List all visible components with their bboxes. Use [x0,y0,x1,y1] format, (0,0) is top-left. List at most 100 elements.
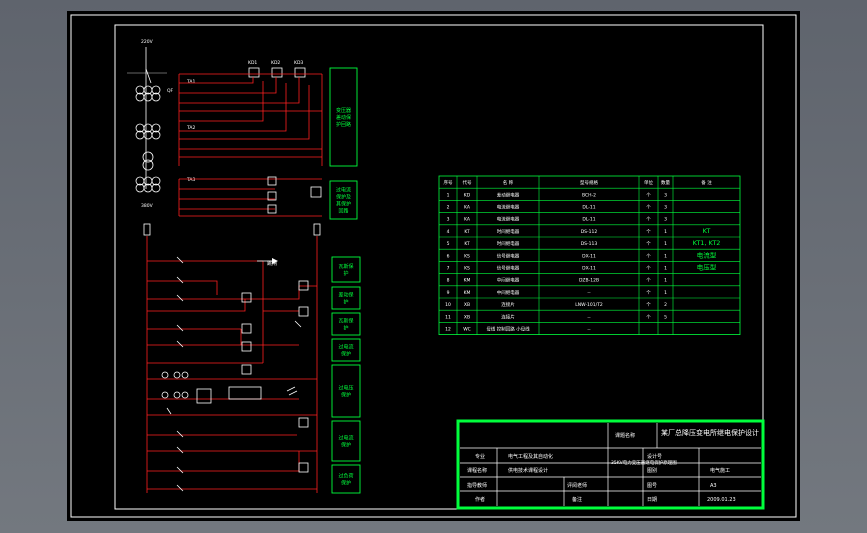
outer-border [70,14,797,518]
table-cell: 3 [447,217,450,223]
table-cell: 连接片 [501,301,515,308]
table-cell: 5 [447,241,450,247]
section-box-label: 其保护 [336,201,351,208]
table-cell: 电压型 [697,263,717,272]
project-name: 某厂总降压变电所继电保护设计 [661,428,759,437]
sheet-value: A3 [710,483,717,489]
table-cell: WC [463,327,471,333]
table-cell: 连接片 [501,313,515,320]
table-cell: 7 [447,266,450,272]
table-cell: KS [464,253,470,259]
table-header-cell: 单位 [644,179,653,186]
table-cell: -- [587,291,591,296]
sheet-label: 图号 [647,483,657,489]
table-cell: 个 [646,314,651,320]
table-cell: 2 [664,302,667,308]
table-cell: KM [464,290,471,296]
date-label: 日期 [647,497,657,503]
table-cell: 1 [664,241,667,247]
drawing-type-value: 电气施工 [710,467,730,474]
table-cell: 4 [447,229,450,235]
date-value: 2009.01.23 [707,497,736,503]
table-cell: 个 [646,192,651,198]
table-cell: 个 [646,205,651,211]
table-cell: 8 [447,278,450,284]
table-cell: 电流继电器 [497,216,520,223]
section-box-label: 回路 [338,208,348,215]
section-box-label: 保护 [341,480,351,487]
table-cell: KM [464,278,471,284]
table-cell: 2 [447,205,450,211]
table-cell: 12 [445,327,451,333]
table-cell: 母线 控制回路 小母线 [486,326,530,333]
table-cell: KS [464,266,470,272]
section-box-label: 护 [343,270,348,277]
note-label: 备注 [572,496,582,503]
author-label: 作者 [475,496,485,503]
table-cell: 1 [664,278,667,284]
section-box-label: 保护 [341,351,351,358]
table-cell: 个 [646,290,651,296]
relay-label-ta2: TA2 [186,125,195,131]
table-cell: 差动继电器 [497,191,520,198]
table-cell: KD [464,192,471,198]
title-block: 课题名称 某厂总降压变电所继电保护设计 专业 电气工程及其自动化 课程名称 供电… [456,419,765,510]
table-cell: XB [464,302,470,308]
section-boxes: 变压器差动保护回路过电流保护及其保护回路瓦斯保护差动保护瓦斯保护过电流保护过电压… [329,67,361,494]
course-label: 课程名称 [467,467,487,474]
section-box-label: 保护 [341,442,351,449]
table-cell: DZB-12B [579,278,599,284]
section-box-label: 护 [343,325,348,332]
table-cell: DX-11 [582,253,596,259]
section-box-label: 保护 [341,392,351,399]
table-header-cell: 代号 [463,179,472,186]
section-box-label: 过电压 [338,385,353,392]
equipment-table: 序号 代号 名 称 型号规格 单位 数量 备 注 1 KD 差动继电器 BCH-2 个 3 2 KA 电流继电… [438,175,741,336]
primary-circuit [127,47,167,193]
table-cell: 6 [447,253,450,259]
section-box-label: 差动保 [338,292,353,299]
relay-label-ta3: TA3 [186,177,195,183]
cad-viewport: 220V 380V QF TA1 TA2 TA3 KD1 KD2 KD3 跳闸 … [0,0,867,533]
table-cell: 5 [664,314,667,320]
table-cell: -- [587,315,591,320]
section-box-label: 瓦斯保 [338,263,353,270]
relay-label-kd3: KD3 [294,60,303,66]
schematic-drawing: 220V 380V QF TA1 TA2 TA3 KD1 KD2 KD3 跳闸 … [70,14,797,518]
table-cell: 个 [646,217,651,223]
control-circuit [146,236,318,493]
table-cell: 信号继电器 [497,252,520,259]
table-cell: 9 [447,290,450,296]
course-value: 供电技术课程设计 [508,467,548,474]
table-cell: 1 [664,229,667,235]
table-cell: KT [464,241,470,247]
table-cell: DL-11 [582,217,595,223]
instructor-label: 指导教师 [467,482,487,489]
table-cell: 电流型 [697,250,717,259]
drawing-name-line: 35KV电力变压器继电保护原理图 [611,459,677,466]
table-header-cell: 名 称 [503,179,514,186]
table-cell: 3 [664,192,667,198]
section-box-label: 差动保 [336,114,351,121]
table-cell: 10 [445,302,451,308]
breaker-label: QF [167,88,174,94]
differential-wiring [178,73,323,217]
table-cell: 1 [447,192,450,198]
table-cell: BCH-2 [582,192,596,198]
section-box-label: 瓦斯保 [338,318,353,325]
section-box-label: 过负荷 [338,473,353,480]
table-cell: 时间继电器 [497,240,520,247]
differential-relays [248,67,306,78]
table-cell: DL-11 [582,205,595,211]
table-cell: 信号继电器 [497,265,520,272]
table-cell: 个 [646,278,651,284]
table-cell: XB [464,314,470,320]
design-no-label: 设计号 [647,453,662,460]
table-cell: 3 [664,205,667,211]
table-cell: DX-11 [582,266,596,272]
reviewer-label: 评阅老师 [567,482,587,489]
major-value: 电气工程及其自动化 [508,453,553,460]
overcurrent-relays [267,176,322,214]
table-cell: DS-112 [581,229,598,235]
section-box-label: 变压器 [336,107,351,114]
